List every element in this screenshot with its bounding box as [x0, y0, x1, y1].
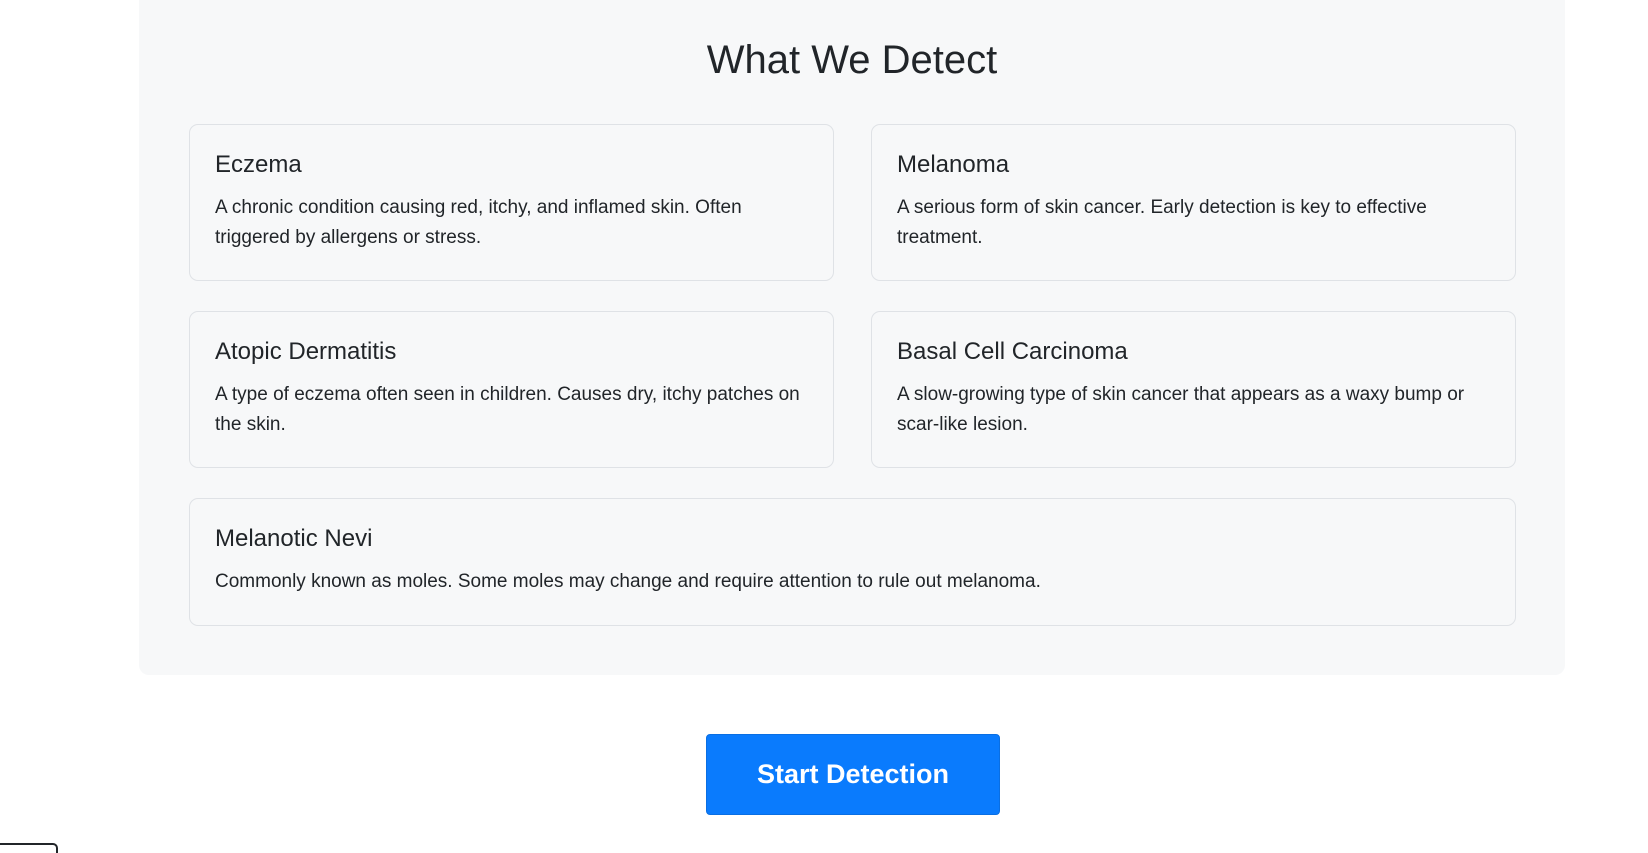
condition-card-melanotic-nevi: Melanotic Nevi Commonly known as moles. …: [189, 498, 1516, 626]
condition-title: Melanotic Nevi: [215, 525, 373, 552]
condition-title: Eczema: [215, 151, 302, 178]
condition-title: Basal Cell Carcinoma: [897, 338, 1128, 365]
condition-card-eczema: Eczema A chronic condition causing red, …: [189, 124, 834, 281]
condition-description: A type of eczema often seen in children.…: [215, 384, 800, 435]
condition-description: A serious form of skin cancer. Early det…: [897, 197, 1427, 248]
what-we-detect-section: What We Detect Eczema A chronic conditio…: [139, 0, 1565, 675]
condition-title: Atopic Dermatitis: [215, 338, 397, 365]
condition-card-basal-cell-carcinoma: Basal Cell Carcinoma A slow-growing type…: [871, 311, 1516, 468]
condition-card-melanoma: Melanoma A serious form of skin cancer. …: [871, 124, 1516, 281]
condition-description: A chronic condition causing red, itchy, …: [215, 197, 742, 248]
condition-description: Commonly known as moles. Some moles may …: [215, 571, 1041, 592]
start-detection-button[interactable]: Start Detection: [706, 734, 1000, 815]
bottom-corner-tab[interactable]: [0, 843, 58, 853]
condition-title: Melanoma: [897, 151, 1010, 178]
section-title: What We Detect: [706, 38, 998, 82]
condition-description: A slow-growing type of skin cancer that …: [897, 384, 1465, 435]
condition-card-atopic-dermatitis: Atopic Dermatitis A type of eczema often…: [189, 311, 834, 468]
